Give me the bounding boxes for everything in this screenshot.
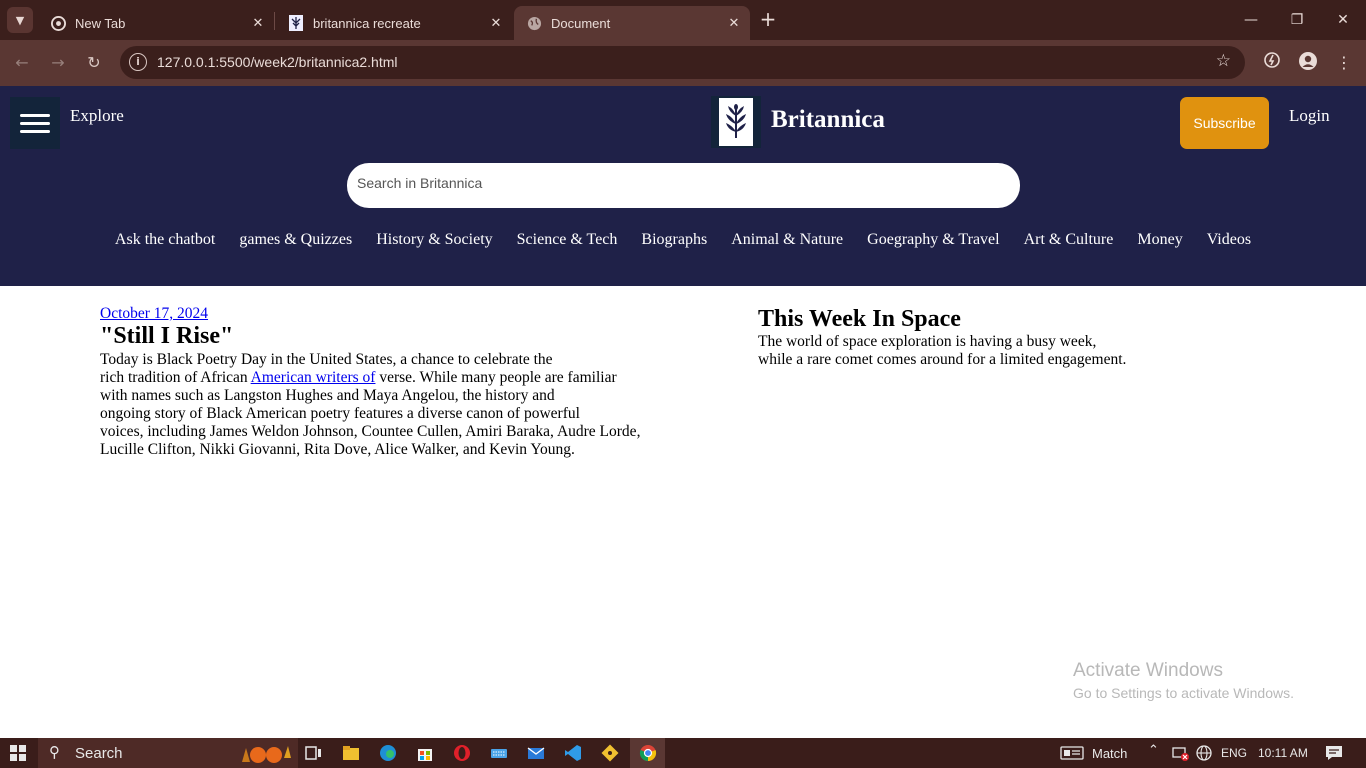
tab-divider xyxy=(274,12,275,30)
nav-animal-nature[interactable]: Animal & Nature xyxy=(731,231,843,255)
windows-start-icon[interactable] xyxy=(10,745,26,761)
tab-title: New Tab xyxy=(75,15,126,31)
article-line: Today is Black Poetry Day in the United … xyxy=(100,351,553,368)
url-text[interactable]: 127.0.0.1:5500/week2/britannica2.html xyxy=(157,54,398,70)
britannica-favicon xyxy=(288,15,304,31)
clock[interactable]: 10:11 AM xyxy=(1258,746,1308,760)
article-date-link[interactable]: October 17, 2024 xyxy=(100,305,208,322)
new-tab-plus-icon[interactable]: + xyxy=(757,8,779,32)
taskbar-search-label: Search xyxy=(75,745,123,762)
minimize-icon[interactable]: — xyxy=(1228,8,1274,32)
tab-britannica-recreate[interactable]: britannica recreate ✕ xyxy=(276,6,512,40)
nav-money[interactable]: Money xyxy=(1137,231,1182,255)
edge-browser-icon[interactable] xyxy=(378,743,398,763)
article-text: rich tradition of African xyxy=(100,369,251,386)
space-line: The world of space exploration is having… xyxy=(758,333,1097,350)
featured-article: October 17, 2024 "Still I Rise" Today is… xyxy=(100,305,665,459)
space-title: This Week In Space xyxy=(758,306,961,332)
close-window-icon[interactable]: ✕ xyxy=(1320,8,1366,32)
chrome-icon xyxy=(50,15,66,31)
keyboard-app-icon[interactable] xyxy=(489,743,509,763)
brand-name[interactable]: Britannica xyxy=(771,106,885,134)
opera-icon[interactable] xyxy=(452,743,472,763)
search-input[interactable] xyxy=(357,175,997,191)
reload-icon[interactable]: ↻ xyxy=(82,51,106,75)
article-line: with names such as Langston Hughes and M… xyxy=(100,387,555,404)
tab-document[interactable]: Document ✕ xyxy=(514,6,750,40)
activate-windows-watermark: Activate Windows Go to Settings to activ… xyxy=(1073,660,1294,701)
weather-label[interactable]: Match xyxy=(1092,746,1127,761)
bookmark-star-icon[interactable]: ☆ xyxy=(1216,51,1231,71)
forward-arrow-icon[interactable]: → xyxy=(46,51,70,75)
nav-science-tech[interactable]: Science & Tech xyxy=(517,231,618,255)
file-explorer-icon[interactable] xyxy=(341,743,361,763)
chrome-taskbar-icon[interactable] xyxy=(638,743,658,763)
show-hidden-icons-icon[interactable]: ⌃ xyxy=(1148,743,1159,758)
notifications-icon[interactable] xyxy=(1325,745,1343,764)
browser-toolbar: ← → ↻ i 127.0.0.1:5500/week2/britannica2… xyxy=(0,40,1366,86)
nav-biographs[interactable]: Biographs xyxy=(641,231,707,255)
address-bar[interactable]: i 127.0.0.1:5500/week2/britannica2.html … xyxy=(120,46,1245,79)
space-line: while a rare comet comes around for a li… xyxy=(758,351,1127,368)
taskbar-search[interactable]: ⚲ Search xyxy=(38,738,298,768)
restore-icon[interactable]: ❐ xyxy=(1274,8,1320,32)
watermark-subtitle: Go to Settings to activate Windows. xyxy=(1073,685,1294,701)
mail-icon[interactable] xyxy=(526,743,546,763)
article-line: ongoing story of Black American poetry f… xyxy=(100,405,580,422)
nav-history-society[interactable]: History & Society xyxy=(376,231,492,255)
subscribe-button[interactable]: Subscribe xyxy=(1180,97,1269,149)
more-menu-icon[interactable]: ⋮ xyxy=(1332,51,1356,75)
network-error-icon[interactable] xyxy=(1172,745,1190,764)
search-icon: ⚲ xyxy=(49,743,60,761)
american-writers-link[interactable]: American writers of xyxy=(251,369,376,386)
search-bar[interactable] xyxy=(347,163,1020,208)
git-icon[interactable] xyxy=(600,743,620,763)
profile-icon[interactable] xyxy=(1296,51,1320,75)
close-tab-icon[interactable]: ✕ xyxy=(722,16,746,31)
nav-geography-travel[interactable]: Goegraphy & Travel xyxy=(867,231,999,255)
microsoft-store-icon[interactable] xyxy=(415,743,435,763)
windows-taskbar: ⚲ Search Match ⌃ ENG 10:11 AM xyxy=(0,738,1366,768)
watermark-title: Activate Windows xyxy=(1073,660,1223,681)
pumpkin-decoration-icon xyxy=(236,742,292,768)
nav-videos[interactable]: Videos xyxy=(1207,231,1251,255)
vscode-icon[interactable] xyxy=(563,743,583,763)
tab-title: britannica recreate xyxy=(313,15,421,31)
tab-title: Document xyxy=(551,15,611,31)
hamburger-menu-icon[interactable] xyxy=(10,97,60,149)
space-section: This Week In Space The world of space ex… xyxy=(758,305,1158,369)
article-line: Lucille Clifton, Nikki Giovanni, Rita Do… xyxy=(100,441,575,458)
site-info-icon[interactable]: i xyxy=(129,53,147,71)
extension-icon[interactable] xyxy=(1260,51,1284,75)
article-title: "Still I Rise" xyxy=(100,323,234,349)
login-link[interactable]: Login xyxy=(1289,106,1330,126)
close-tab-icon[interactable]: ✕ xyxy=(484,16,508,31)
site-header: Explore Britannica Subscribe Login Ask t… xyxy=(0,86,1366,286)
nav-ask-the-chatbot[interactable]: Ask the chatbot xyxy=(115,231,215,255)
topic-nav: Ask the chatbot games & Quizzes History … xyxy=(0,231,1366,255)
article-text: verse. While many people are familiar xyxy=(375,369,617,386)
explore-link[interactable]: Explore xyxy=(70,106,124,126)
browser-tab-bar: ▼ New Tab ✕ britannica recreate ✕ Docume… xyxy=(0,0,1366,40)
language-globe-icon[interactable] xyxy=(1196,745,1212,764)
tab-new-tab[interactable]: New Tab ✕ xyxy=(38,6,274,40)
article-line: rich tradition of African American write… xyxy=(100,369,665,387)
back-arrow-icon[interactable]: ← xyxy=(10,51,34,75)
task-view-icon[interactable] xyxy=(303,743,323,763)
tab-search-button[interactable]: ▼ xyxy=(7,7,33,33)
language-indicator[interactable]: ENG xyxy=(1221,746,1247,760)
close-tab-icon[interactable]: ✕ xyxy=(246,16,270,31)
globe-icon xyxy=(526,15,542,31)
britannica-logo-icon[interactable] xyxy=(711,96,761,148)
nav-art-culture[interactable]: Art & Culture xyxy=(1024,231,1114,255)
nav-games-quizzes[interactable]: games & Quizzes xyxy=(239,231,352,255)
article-line: voices, including James Weldon Johnson, … xyxy=(100,423,641,440)
news-weather-icon[interactable] xyxy=(1060,745,1084,764)
